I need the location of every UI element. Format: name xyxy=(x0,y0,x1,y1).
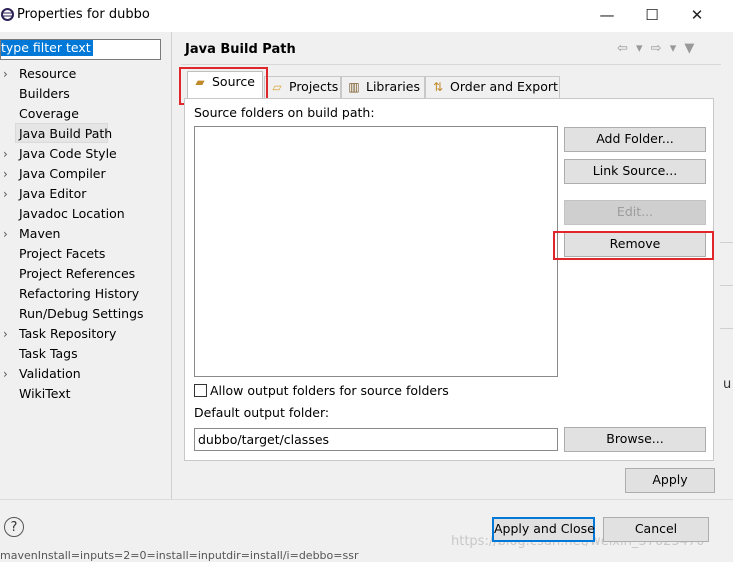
tree-item-java-code-style[interactable]: Java Code Style xyxy=(19,144,117,164)
tree-item-builders[interactable]: Builders xyxy=(19,84,70,104)
footer-separator xyxy=(0,499,733,500)
tree-item-project-facets[interactable]: Project Facets xyxy=(19,244,105,264)
close-button[interactable]: ✕ xyxy=(684,4,710,26)
tree-item-project-references[interactable]: Project References xyxy=(19,264,135,284)
eclipse-icon xyxy=(1,8,14,21)
tab-label: Projects xyxy=(289,79,339,94)
libraries-icon: ▥ xyxy=(348,80,360,94)
page-title: Java Build Path xyxy=(185,42,296,57)
history-nav-icons[interactable]: ⇦ ▾ ⇨ ▾ ▼ xyxy=(617,41,712,59)
order-export-icon: ⇅ xyxy=(432,80,444,94)
default-output-label: Default output folder: xyxy=(194,405,330,420)
tab-order-and-export[interactable]: ⇅ Order and Export xyxy=(425,76,560,98)
edit-button[interactable]: Edit... xyxy=(564,200,706,225)
maximize-button[interactable]: ☐ xyxy=(639,4,665,26)
tree-item-javadoc-location[interactable]: Javadoc Location xyxy=(19,204,125,224)
tree-item-java-build-path[interactable]: Java Build Path xyxy=(19,124,112,144)
remove-highlight xyxy=(553,231,714,260)
allow-output-checkbox[interactable] xyxy=(194,384,207,397)
expand-arrow-icon[interactable]: › xyxy=(3,224,13,244)
tree-item-task-repository[interactable]: Task Repository xyxy=(19,324,116,344)
tree-item-java-editor[interactable]: Java Editor xyxy=(19,184,86,204)
apply-button[interactable]: Apply xyxy=(625,468,715,493)
background-line xyxy=(720,328,733,329)
tree-item-task-tags[interactable]: Task Tags xyxy=(19,344,78,364)
title-bar: Properties for dubbo — ☐ ✕ xyxy=(0,0,733,32)
expand-arrow-icon[interactable]: › xyxy=(3,144,13,164)
filter-text: type filter text xyxy=(1,40,93,56)
link-source-button[interactable]: Link Source... xyxy=(564,159,706,184)
tree-item-resource[interactable]: Resource xyxy=(19,64,76,84)
projects-icon: ▱ xyxy=(272,80,282,94)
add-folder-button[interactable]: Add Folder... xyxy=(564,127,706,152)
background-text: u xyxy=(723,377,732,392)
browse-button[interactable]: Browse... xyxy=(564,427,706,452)
background-strip xyxy=(719,32,733,499)
tree-item-run-debug-settings[interactable]: Run/Debug Settings xyxy=(19,304,144,324)
tree-item-wikitext[interactable]: WikiText xyxy=(19,384,71,404)
tab-projects[interactable]: ▱ Projects xyxy=(264,76,341,98)
tab-label: Libraries xyxy=(366,79,420,94)
default-output-field[interactable]: dubbo/target/classes xyxy=(194,428,558,451)
background-line xyxy=(720,242,733,243)
source-folders-label: Source folders on build path: xyxy=(194,105,375,120)
window-title: Properties for dubbo xyxy=(17,7,150,22)
expand-arrow-icon[interactable]: › xyxy=(3,184,13,204)
expand-arrow-icon[interactable]: › xyxy=(3,164,13,184)
expand-arrow-icon[interactable]: › xyxy=(3,364,13,384)
minimize-button[interactable]: — xyxy=(594,4,620,26)
expand-arrow-icon[interactable]: › xyxy=(3,324,13,344)
tree-item-coverage[interactable]: Coverage xyxy=(19,104,79,124)
apply-and-close-button[interactable]: Apply and Close xyxy=(492,517,595,542)
title-separator xyxy=(181,64,721,65)
background-text: mavenInstall=inputs=2=0=install=inputdir… xyxy=(0,550,359,562)
allow-output-label: Allow output folders for source folders xyxy=(210,383,449,398)
sash-divider[interactable] xyxy=(171,32,172,499)
tab-label: Order and Export xyxy=(450,79,558,94)
source-folders-list[interactable] xyxy=(194,126,558,377)
tree-item-maven[interactable]: Maven xyxy=(19,224,60,244)
tree-item-java-compiler[interactable]: Java Compiler xyxy=(19,164,106,184)
background-line xyxy=(720,285,733,286)
cancel-button[interactable]: Cancel xyxy=(603,517,709,542)
help-icon[interactable]: ? xyxy=(4,517,24,537)
filter-input[interactable]: type filter text xyxy=(0,39,161,60)
tree-item-refactoring-history[interactable]: Refactoring History xyxy=(19,284,139,304)
expand-arrow-icon[interactable]: › xyxy=(3,64,13,84)
tab-libraries[interactable]: ▥ Libraries xyxy=(341,76,425,98)
tree-item-validation[interactable]: Validation xyxy=(19,364,81,384)
